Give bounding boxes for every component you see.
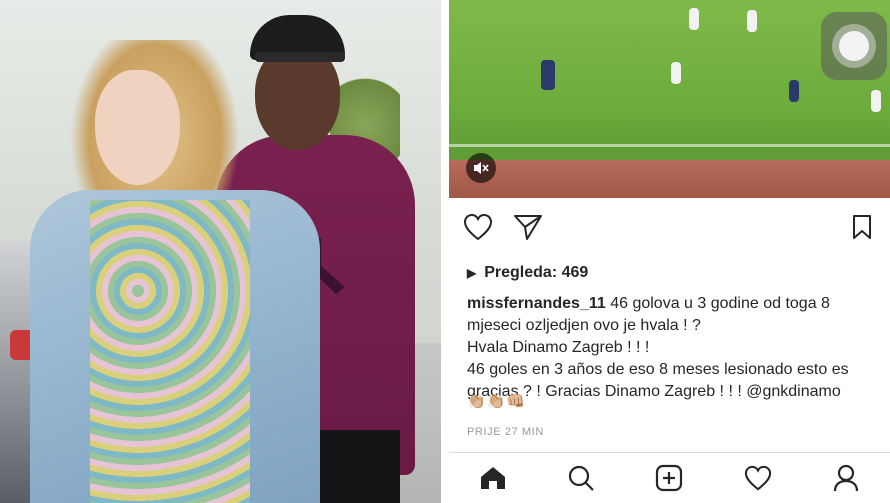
add-post-icon[interactable] <box>649 458 689 498</box>
player <box>747 10 757 32</box>
instagram-post-screenshot: ▶ Pregleda: 469 missfernandes_11 46 golo… <box>449 0 890 503</box>
field-line <box>449 144 890 147</box>
view-count: ▶ Pregleda: 469 <box>467 264 588 282</box>
bookmark-icon[interactable] <box>845 210 879 244</box>
home-icon[interactable] <box>473 458 513 498</box>
bottom-tab-bar <box>449 452 890 503</box>
caption-line: Hvala Dinamo Zagreb ! ! ! <box>467 339 650 356</box>
player <box>541 60 555 90</box>
player <box>671 62 681 84</box>
profile-icon[interactable] <box>826 458 866 498</box>
play-icon: ▶ <box>467 266 477 280</box>
cap-bill <box>255 52 345 62</box>
post-video[interactable] <box>449 0 890 198</box>
view-count-label: Pregleda: 469 <box>484 264 589 281</box>
activity-heart-icon[interactable] <box>738 458 778 498</box>
send-icon[interactable] <box>511 210 545 244</box>
heart-icon[interactable] <box>461 210 495 244</box>
running-track <box>449 160 890 198</box>
assistive-touch-icon[interactable] <box>821 12 887 80</box>
player <box>689 8 699 30</box>
post-caption: missfernandes_11 46 golova u 3 godine od… <box>467 293 887 403</box>
search-icon[interactable] <box>561 458 601 498</box>
caption-line: 46 goles en 3 años de eso 8 meses lesion… <box>467 361 849 400</box>
player <box>789 80 799 102</box>
floral-dress <box>90 200 250 503</box>
woman-face <box>95 70 180 185</box>
speaker-muted-icon[interactable] <box>466 153 496 183</box>
post-actions <box>449 198 890 254</box>
panel-divider <box>441 0 449 503</box>
news-photo <box>0 0 441 503</box>
caption-emojis: 👏🏼👏🏼👊🏼 <box>467 393 527 410</box>
post-timestamp: PRIJE 27 MIN <box>467 426 544 438</box>
player <box>871 90 881 112</box>
caption-username[interactable]: missfernandes_11 <box>467 295 606 312</box>
